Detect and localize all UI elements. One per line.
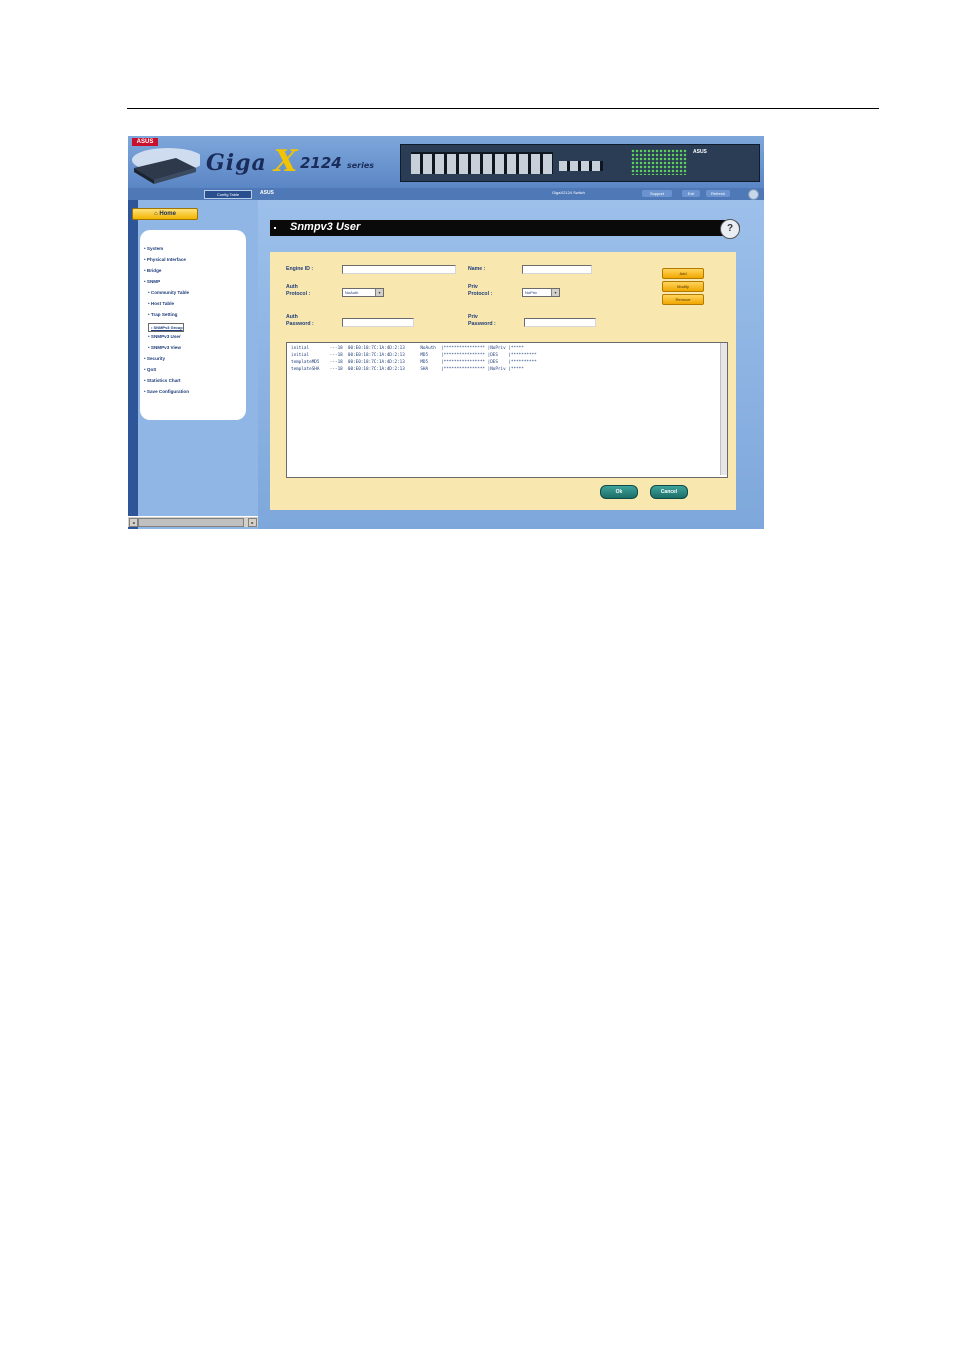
sidebar-item-host-table[interactable]: • Host Table [148,301,174,306]
title-bar: Snmpv3 User [270,220,740,236]
chevron-down-icon[interactable]: ▾ [551,289,559,296]
priv-protocol-label: Priv Protocol : [468,284,493,297]
top-nav: Config Table ASUS GigaX2124 Switch Suppo… [128,188,764,200]
sidebar-horizontal-scrollbar[interactable]: ◂ ▸ [128,516,258,527]
exit-button[interactable]: Exit [682,190,700,197]
sidebar-item-system[interactable]: • System [144,246,163,251]
series-suffix: series [346,161,375,170]
remove-button[interactable]: Remove [662,294,704,305]
modify-button[interactable]: Modify [662,281,704,292]
auth-password-input[interactable] [342,318,414,327]
home-label: Home [159,211,176,217]
sidebar-item-statistics-chart[interactable]: • Statistics Chart [144,378,181,383]
sidebar-item-community-table[interactable]: • Community Table [148,290,189,295]
home-icon: ⌂ [154,211,158,217]
support-button[interactable]: Support [642,190,672,197]
name-input[interactable] [522,265,592,274]
auth-protocol-label: Auth Protocol : [286,284,311,297]
ok-button[interactable]: Ok [600,485,638,499]
list-item[interactable]: initial ---18 00:E0:18:7C:1A:4D:2:13 MD5… [291,353,537,358]
sidebar-menu: • System • Physical Interface • Bridge •… [140,230,246,420]
user-list[interactable]: initial ---18 00:E0:18:7C:1A:4D:2:13 NoA… [286,342,728,478]
series-number: 2124 [300,154,342,172]
nav-section: ASUS [260,190,274,196]
brand-x: X [274,144,298,179]
config-table-tab[interactable]: Config Table [204,190,252,199]
auth-protocol-value: NoAuth [345,290,359,295]
priv-protocol-select[interactable]: NoPriv ▾ [522,288,560,297]
name-label: Name : [468,266,486,272]
add-button[interactable]: Add [662,268,704,279]
sidebar-item-physical-interface[interactable]: • Physical Interface [144,257,186,262]
priv-protocol-value: NoPriv [525,290,538,295]
scroll-thumb[interactable] [138,518,244,527]
auth-protocol-select[interactable]: NoAuth ▾ [342,288,384,297]
sidebar-item-trap-setting[interactable]: • Trap Setting [148,312,177,317]
scroll-left-icon[interactable]: ◂ [129,518,138,527]
list-item[interactable]: templateSHA ---18 00:E0:18:7C:1A:4D:2:13… [291,367,524,372]
switch-front-panel: ASUS [400,144,760,182]
title-bullet [274,227,276,229]
series-label: 2124 series [300,154,374,172]
led-grid [631,149,687,175]
asus-logo: ASUS [132,138,158,146]
sidebar-item-snmp[interactable]: • SNMP [144,279,160,284]
snmpv3-user-form: Engine ID : Name : Auth Protocol : NoAuth… [270,252,736,510]
sidebar-item-qos[interactable]: • QoS [144,367,156,372]
uplink-ports [559,161,603,171]
switch-device-icon [132,148,200,184]
list-vertical-scrollbar[interactable] [720,343,727,475]
header-banner: ASUS Giga X 2124 series ASUS [128,136,764,188]
panel-brand: ASUS [693,149,707,155]
screenshot-window: ASUS Giga X 2124 series ASUS Config Tabl… [128,136,764,529]
auth-password-label: Auth Password : [286,314,314,327]
cancel-button[interactable]: Cancel [650,485,688,499]
sidebar-item-snmpv3-group[interactable]: • SNMPv3 Group [148,323,184,332]
left-frame: ⌂ Home • System • Physical Interface • B… [128,200,258,529]
sidebar-item-save-configuration[interactable]: • Save Configuration [144,389,189,394]
priv-password-label: Priv Password : [468,314,496,327]
page-rule [127,108,879,109]
port-row [411,152,553,174]
chevron-down-icon[interactable]: ▾ [375,289,383,296]
sidebar-item-security[interactable]: • Security [144,356,165,361]
refresh-button[interactable]: Refresh [706,190,730,197]
help-icon[interactable]: ? [720,219,740,239]
list-item[interactable]: templateMD5 ---18 00:E0:18:7C:1A:4D:2:13… [291,360,537,365]
scroll-right-icon[interactable]: ▸ [248,518,257,527]
brand-name: Giga [206,150,267,176]
main-content: Snmpv3 User ? Engine ID : Name : Auth Pro… [258,200,764,529]
sidebar-item-snmpv3-view[interactable]: • SNMPv3 View [148,345,181,350]
engine-id-label: Engine ID : [286,266,314,272]
sidebar-item-bridge[interactable]: • Bridge [144,268,161,273]
globe-icon[interactable] [748,189,759,200]
engine-id-input[interactable] [342,265,456,274]
list-item[interactable]: initial ---18 00:E0:18:7C:1A:4D:2:13 NoA… [291,346,524,351]
sidebar-item-snmpv3-user[interactable]: • SNMPv3 User [148,334,181,339]
page-title: Snmpv3 User [290,221,361,233]
nav-status: GigaX2124 Switch [552,190,585,195]
home-button[interactable]: ⌂ Home [132,208,198,220]
priv-password-input[interactable] [524,318,596,327]
